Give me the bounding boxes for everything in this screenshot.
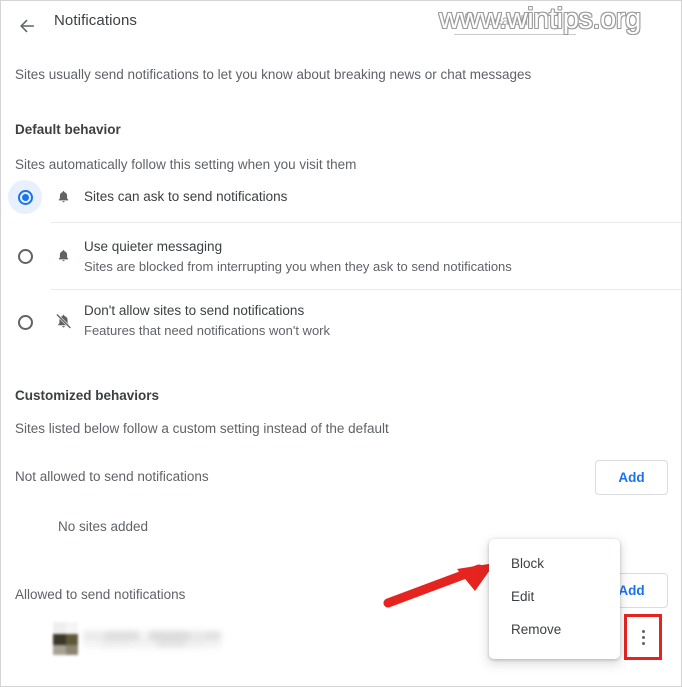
- blocked-group-empty-text: No sites added: [58, 519, 149, 534]
- radio-label-dont-allow: Don't allow sites to send notifications: [84, 303, 305, 318]
- bell-off-icon: [53, 311, 73, 331]
- radio-desc-dont-allow: Features that need notifications won't w…: [84, 323, 331, 338]
- menu-item-remove[interactable]: Remove: [489, 613, 620, 646]
- notifications-settings-page: Notifications Search www.wintips.org Sit…: [0, 0, 682, 687]
- radio-row-quieter-messaging[interactable]: Use quieter messaging Sites are blocked …: [1, 233, 681, 283]
- default-behavior-heading: Default behavior: [15, 122, 121, 137]
- default-behavior-subtext: Sites automatically follow this setting …: [15, 157, 357, 172]
- search-underline: [454, 34, 576, 35]
- radio-dont-allow[interactable]: [8, 305, 42, 339]
- radio-label-sites-can-ask: Sites can ask to send notifications: [84, 189, 288, 204]
- customized-behaviors-heading: Customized behaviors: [15, 388, 160, 403]
- back-arrow-icon[interactable]: [11, 10, 43, 42]
- site-list-item[interactable]: [1, 619, 401, 659]
- radio-label-quieter-messaging: Use quieter messaging: [84, 239, 223, 254]
- site-favicon-blurred: [53, 622, 78, 655]
- add-button-blocked[interactable]: Add: [595, 460, 668, 495]
- menu-item-block[interactable]: Block: [489, 547, 620, 580]
- search-box[interactable]: Search: [463, 10, 528, 30]
- context-menu: Block Edit Remove: [489, 539, 620, 659]
- bell-icon: [53, 187, 73, 207]
- radio-row-sites-can-ask[interactable]: Sites can ask to send notifications: [1, 179, 681, 215]
- search-icon: [463, 10, 478, 30]
- page-title: Notifications: [54, 12, 138, 29]
- more-vertical-icon[interactable]: [630, 622, 656, 652]
- radio-row-dont-allow[interactable]: Don't allow sites to send notifications …: [1, 299, 681, 349]
- site-name-blurred: [83, 631, 221, 648]
- menu-item-edit[interactable]: Edit: [489, 580, 620, 613]
- bell-icon: [53, 246, 73, 266]
- allowed-group-label: Allowed to send notifications: [15, 587, 186, 602]
- page-header: Notifications Search: [1, 1, 681, 49]
- radio-quieter-messaging[interactable]: [8, 239, 42, 273]
- radio-desc-quieter-messaging: Sites are blocked from interrupting you …: [84, 259, 512, 274]
- radio-sites-can-ask[interactable]: [8, 180, 42, 214]
- divider: [51, 222, 681, 223]
- divider: [51, 289, 681, 290]
- intro-text: Sites usually send notifications to let …: [15, 67, 532, 82]
- search-placeholder: Search: [485, 12, 528, 28]
- customized-behaviors-subtext: Sites listed below follow a custom setti…: [15, 421, 389, 436]
- blocked-group-label: Not allowed to send notifications: [15, 469, 209, 484]
